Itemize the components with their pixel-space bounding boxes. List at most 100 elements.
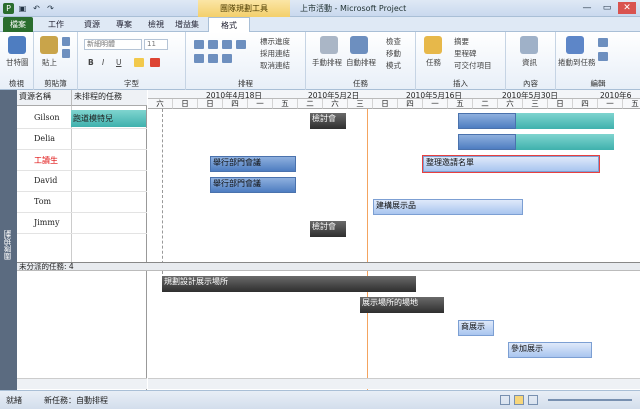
resource-row[interactable]: Gilson 跑道模特兒: [17, 108, 147, 129]
resource-row[interactable]: Delia: [17, 129, 147, 150]
pin-icon: [320, 36, 338, 54]
group-font: 新細明體 11 B I U 字型: [78, 32, 186, 90]
task-bar-overallocated[interactable]: 整理邀請名單: [422, 155, 600, 173]
unassigned-task-bar[interactable]: 展示場所的場地: [360, 297, 444, 313]
progress-0-icon[interactable]: [194, 40, 204, 49]
resource-name: Jimmy: [34, 218, 60, 227]
tab-resource[interactable]: 資源: [76, 17, 108, 32]
clear-icon[interactable]: [598, 52, 608, 61]
timescale-day: 四: [398, 99, 423, 109]
outdent-icon[interactable]: [208, 54, 218, 63]
tab-addins[interactable]: 增益集: [170, 17, 204, 32]
resource-name-overallocated: 工讀生: [34, 156, 58, 165]
unscheduled-task[interactable]: 跑道模特兒: [71, 110, 146, 127]
redo-icon[interactable]: ↷: [45, 3, 56, 14]
task-bar[interactable]: 建構展示品: [373, 199, 523, 215]
timescale-day: 二: [298, 99, 323, 109]
context-tab-group: 團隊規劃工具: [198, 0, 290, 17]
progress-100-icon[interactable]: [194, 54, 204, 63]
maximize-button[interactable]: ▭: [598, 2, 616, 14]
resource-row[interactable]: Tom: [17, 192, 147, 213]
bold-button[interactable]: B: [88, 58, 94, 67]
col-resource-header[interactable]: 資源名稱: [17, 90, 71, 106]
app-icon[interactable]: P: [3, 3, 14, 14]
manual-schedule-button[interactable]: 手動排程: [312, 57, 342, 68]
milestone-button[interactable]: 里程碑: [454, 48, 477, 59]
tab-view[interactable]: 檢視: [140, 17, 172, 32]
timescale-day: 四: [573, 99, 598, 109]
insert-task-button[interactable]: 任務: [426, 57, 441, 68]
progress-50-icon[interactable]: [222, 40, 232, 49]
progress-25-icon[interactable]: [208, 40, 218, 49]
font-name-combo[interactable]: 新細明體: [84, 39, 142, 50]
tab-file[interactable]: 檔案: [3, 17, 33, 32]
group-tasks: 手動排程 自動排程 檢查 移動 模式 任務: [306, 32, 416, 90]
information-button[interactable]: 資訊: [522, 57, 537, 68]
save-icon[interactable]: ▣: [17, 3, 28, 14]
deliverable-button[interactable]: 可交付項目: [454, 60, 492, 71]
task-bar-progress[interactable]: [458, 113, 516, 129]
tab-task[interactable]: 工作: [40, 17, 72, 32]
timescale-day: 五: [448, 99, 473, 109]
inspect-button[interactable]: 檢查: [386, 36, 401, 47]
status-ready: 就緒: [6, 396, 22, 405]
task-bar[interactable]: 檢討會: [310, 113, 346, 129]
auto-schedule-button[interactable]: 自動排程: [346, 57, 376, 68]
view-shortcut-icon[interactable]: [500, 395, 510, 405]
col-unscheduled-header[interactable]: 未排程的任務: [71, 90, 147, 106]
cut-icon[interactable]: [62, 37, 70, 46]
mode-button[interactable]: 模式: [386, 60, 401, 71]
group-insert: 任務 摘要 里程碑 可交付項目 插入: [416, 32, 506, 90]
close-button[interactable]: ✕: [618, 2, 636, 14]
unassigned-tasks-header[interactable]: 未分派的任務: 4: [17, 262, 640, 271]
unassigned-task-bar[interactable]: 規劃設計展示場所: [162, 276, 416, 292]
zoom-slider[interactable]: [548, 399, 632, 401]
paste-button[interactable]: 貼上: [42, 57, 57, 68]
task-bar[interactable]: 舉行部門會議: [210, 156, 296, 172]
tab-project[interactable]: 專案: [108, 17, 140, 32]
font-color-icon[interactable]: [150, 58, 160, 67]
ribbon: 甘特圖 檢視 貼上 剪貼簿 新細明體 11 B I U 字型 標示進度 採用連結…: [0, 32, 640, 90]
group-view-label: 檢視: [9, 79, 24, 88]
highlight-icon[interactable]: [134, 58, 144, 67]
timescale-day: 一: [598, 99, 623, 109]
copy-icon[interactable]: [62, 49, 70, 58]
unassigned-task-bar[interactable]: 商展示: [458, 320, 494, 336]
indent-icon[interactable]: [222, 54, 232, 63]
scroll-to-task-button[interactable]: 捲動到任務: [558, 57, 596, 68]
timescale-day: 五: [273, 99, 298, 109]
minimize-button[interactable]: —: [578, 2, 596, 14]
resource-name: Tom: [34, 197, 52, 206]
info-icon: [520, 36, 538, 54]
gantt-chart-button[interactable]: 甘特圖: [6, 57, 29, 68]
resource-row[interactable]: Jimmy: [17, 213, 147, 234]
new-task-mode[interactable]: 新任務：自動排程: [44, 395, 108, 406]
grid-horizontal-scrollbar[interactable]: [17, 378, 147, 389]
timescale-day: 一: [423, 99, 448, 109]
group-clipboard-label: 剪貼簿: [44, 79, 67, 88]
find-icon[interactable]: [598, 38, 608, 47]
resource-row[interactable]: David: [17, 171, 147, 192]
underline-button[interactable]: U: [116, 58, 122, 67]
unassigned-task-bar[interactable]: 參加展示: [508, 342, 592, 358]
move-button[interactable]: 移動: [386, 48, 401, 59]
timescale-day: 日: [548, 99, 573, 109]
undo-icon[interactable]: ↶: [31, 3, 42, 14]
task-bar[interactable]: 舉行部門會議: [210, 177, 296, 193]
view-shortcut-icon[interactable]: [514, 395, 524, 405]
summary-button[interactable]: 摘要: [454, 36, 469, 47]
task-bar[interactable]: 檢討會: [310, 221, 346, 237]
view-shortcut-icon[interactable]: [528, 395, 538, 405]
task-bar-progress[interactable]: [458, 134, 516, 150]
inactivate-button[interactable]: 取消連結: [260, 60, 290, 71]
mark-on-track-button[interactable]: 標示進度: [260, 36, 290, 47]
font-size-combo[interactable]: 11: [144, 39, 168, 50]
timescale-day: 三: [348, 99, 373, 109]
resource-row[interactable]: 工讀生: [17, 150, 147, 171]
progress-75-icon[interactable]: [236, 40, 246, 49]
tab-format[interactable]: 格式: [208, 17, 250, 32]
chart-horizontal-scrollbar[interactable]: [148, 378, 640, 389]
italic-button[interactable]: I: [102, 58, 104, 67]
group-schedule: 標示進度 採用連結 取消連結 排程: [186, 32, 306, 90]
respect-links-button[interactable]: 採用連結: [260, 48, 290, 59]
